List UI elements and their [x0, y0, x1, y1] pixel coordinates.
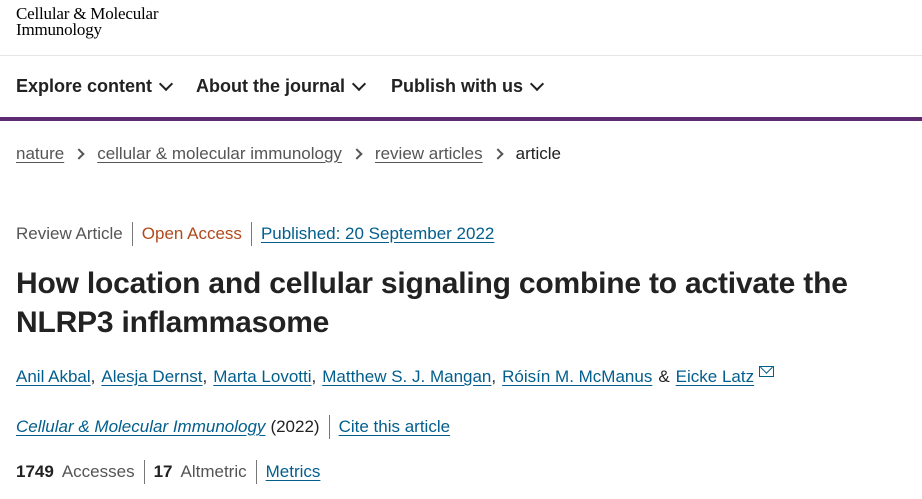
divider	[328, 415, 330, 439]
article-meta: Review Article Open Access Published: 20…	[16, 222, 494, 246]
metrics-link[interactable]: Metrics	[266, 462, 321, 482]
altmetric-count: 17	[153, 462, 173, 481]
chevron-right-icon	[491, 148, 504, 160]
article-metrics: 1749 Accesses 17 Altmetric Metrics	[16, 460, 320, 484]
author-link[interactable]: Róisín M. McManus	[502, 367, 652, 387]
journal-name-link[interactable]: Cellular & Molecular Immunology	[16, 417, 265, 437]
author-link[interactable]: Alesja Dernst	[101, 367, 202, 387]
divider	[250, 222, 252, 246]
author-link[interactable]: Eicke Latz	[676, 367, 754, 387]
nav-about-label: About the journal	[196, 76, 345, 96]
chevron-down-icon	[158, 76, 174, 92]
divider	[143, 460, 145, 484]
publication-year: (2022)	[270, 417, 320, 436]
breadcrumb-journal[interactable]: cellular & molecular immunology	[97, 144, 342, 164]
article-title: How location and cellular signaling comb…	[16, 267, 848, 339]
published-date-link[interactable]: Published: 20 September 2022	[261, 224, 494, 244]
chevron-right-icon	[351, 148, 363, 160]
author-link[interactable]: Marta Lovotti	[213, 367, 311, 387]
author-separator: ,	[90, 367, 96, 386]
chevron-down-icon	[529, 76, 545, 92]
author-joiner: &	[658, 367, 670, 386]
email-icon[interactable]	[759, 365, 775, 377]
author-link[interactable]: Anil Akbal	[16, 367, 91, 387]
author-separator: ,	[311, 367, 317, 386]
cite-article-link[interactable]: Cite this article	[339, 417, 450, 437]
chevron-down-icon	[351, 76, 367, 92]
breadcrumb: nature cellular & molecular immunology r…	[16, 144, 561, 164]
breadcrumb-review-articles[interactable]: review articles	[375, 144, 483, 164]
divider	[255, 460, 257, 484]
accesses-count: 1749	[16, 462, 54, 481]
site-header: Cellular & Molecular Immunology	[0, 0, 922, 56]
author-separator: ,	[202, 367, 208, 386]
accesses-label: Accesses	[61, 462, 135, 481]
article-type: Review Article	[16, 224, 123, 243]
journal-info: Cellular & Molecular Immunology (2022) C…	[16, 415, 450, 439]
breadcrumb-current: article	[515, 144, 561, 163]
open-access-badge: Open Access	[141, 224, 242, 243]
altmetric-label: Altmetric	[180, 462, 247, 481]
divider	[131, 222, 133, 246]
breadcrumb-nature[interactable]: nature	[16, 144, 64, 164]
nav-explore-content[interactable]: Explore content	[16, 56, 174, 117]
author-link[interactable]: Matthew S. J. Mangan	[322, 367, 491, 387]
chevron-right-icon	[73, 148, 85, 160]
nav-about-journal[interactable]: About the journal	[196, 56, 367, 117]
logo-line-2: Immunology	[16, 20, 102, 39]
nav-explore-label: Explore content	[16, 76, 153, 96]
journal-logo[interactable]: Cellular & Molecular Immunology	[16, 5, 159, 39]
nav-publish-label: Publish with us	[391, 76, 524, 96]
author-separator: ,	[491, 367, 497, 386]
author-list: Anil Akbal, Alesja Dernst, Marta Lovotti…	[16, 365, 775, 387]
main-nav: Explore content About the journal Publis…	[0, 56, 922, 121]
nav-publish-with-us[interactable]: Publish with us	[391, 56, 545, 117]
